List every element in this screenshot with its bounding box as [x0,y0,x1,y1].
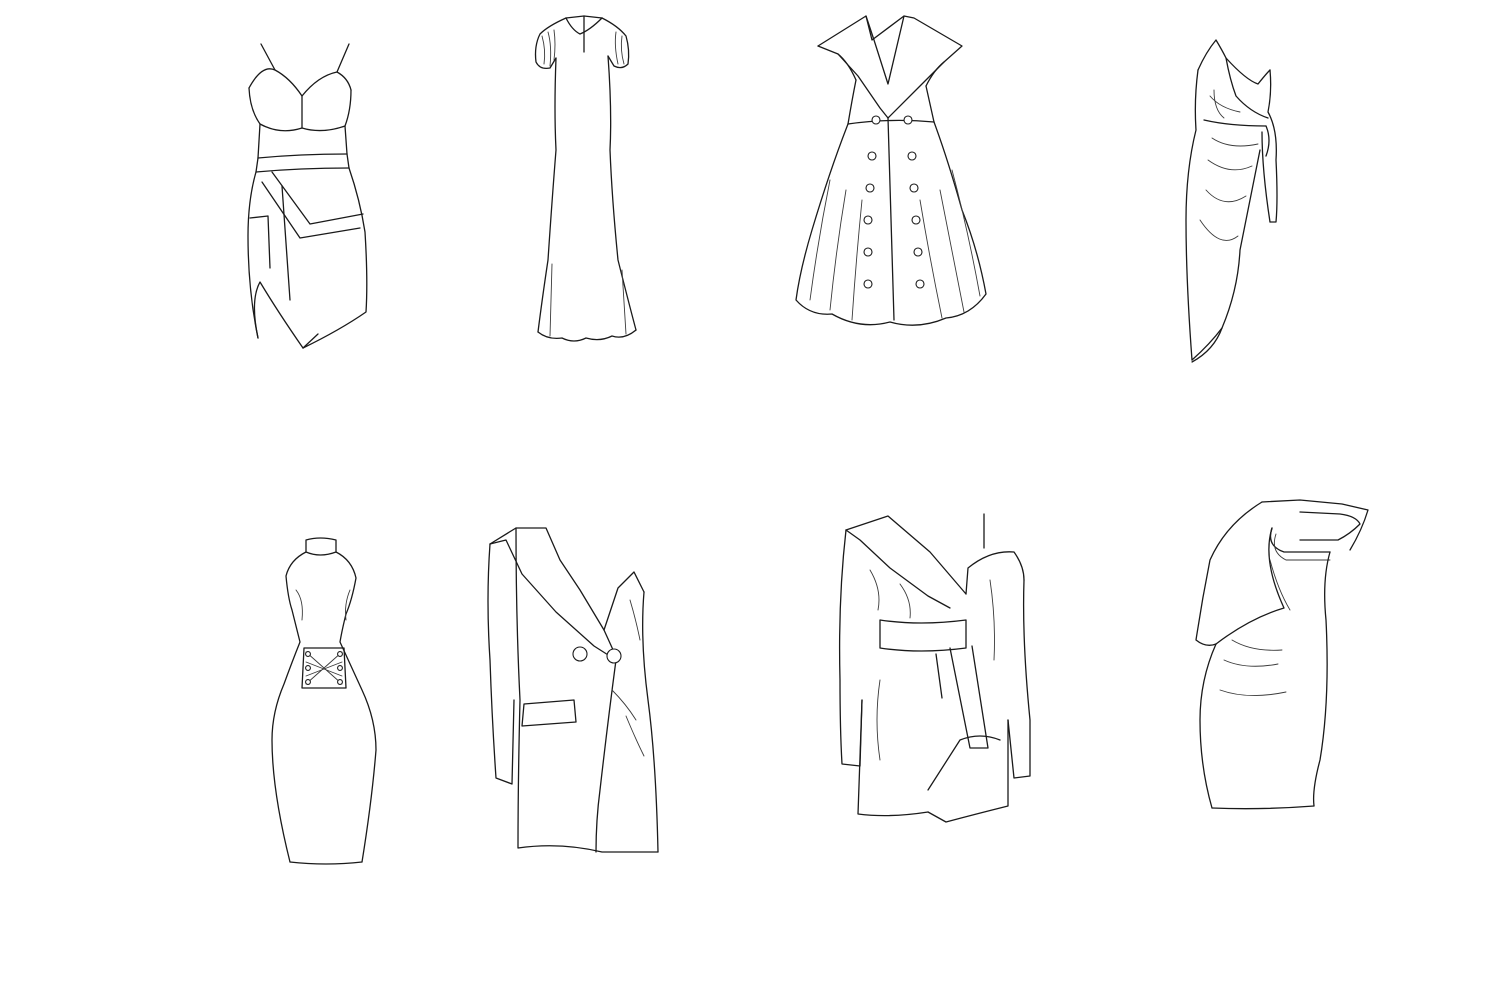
halter-lace-up-dress-icon [271,537,377,865]
blazer-dress-icon [487,527,659,853]
wrap-belted-jacket-dress-icon [838,513,1031,823]
fashion-sketch-sheet [247,15,1369,865]
column-gown-icon [534,15,637,342]
double-breasted-coat-dress-icon [795,15,987,326]
bustier-dress-icon [247,43,368,349]
ruffle-one-shoulder-dress-icon [1195,499,1369,810]
one-shoulder-draped-dress-icon [1185,39,1278,363]
